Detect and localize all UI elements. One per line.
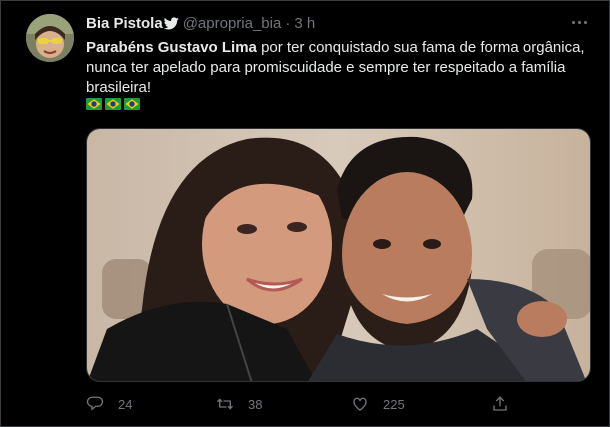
flag-emoji-row bbox=[86, 98, 140, 110]
reply-count: 24 bbox=[118, 396, 133, 412]
brazil-flag-emoji bbox=[105, 98, 121, 110]
action-bar: 24 38 225 bbox=[86, 394, 591, 414]
share-button[interactable] bbox=[491, 394, 523, 414]
more-options-icon[interactable] bbox=[569, 15, 589, 29]
author-name[interactable]: Bia Pistola bbox=[86, 15, 163, 32]
tweet-text-bold: Parabéns Gustavo Lima bbox=[86, 39, 257, 56]
header-separator: · bbox=[285, 15, 291, 32]
reply-icon bbox=[86, 396, 104, 411]
author-handle[interactable]: @apropria_bia bbox=[183, 15, 282, 32]
retweet-button[interactable]: 38 bbox=[216, 394, 262, 414]
brazil-flag-emoji bbox=[124, 98, 140, 110]
avatar[interactable] bbox=[26, 14, 74, 62]
retweet-count: 38 bbox=[248, 396, 263, 412]
reply-button[interactable]: 24 bbox=[86, 394, 132, 414]
tweet-card[interactable]: Bia Pistola @apropria_bia · 3 h Parabéns Gu… bbox=[0, 0, 610, 427]
heart-icon bbox=[353, 397, 367, 411]
like-count: 225 bbox=[383, 396, 405, 412]
retweet-icon bbox=[217, 398, 233, 410]
tweet-text: Parabéns Gustavo Lima por ter conquistad… bbox=[86, 38, 591, 98]
brazil-flag-emoji bbox=[86, 98, 102, 110]
share-icon bbox=[493, 396, 507, 411]
couple-photo bbox=[87, 129, 590, 381]
avatar-image bbox=[26, 14, 74, 62]
like-button[interactable]: 225 bbox=[351, 394, 405, 414]
tweet-photo[interactable] bbox=[86, 128, 591, 382]
timestamp[interactable]: 3 h bbox=[294, 15, 315, 32]
twitter-bird-icon bbox=[163, 17, 179, 30]
tweet-header: Bia Pistola @apropria_bia · 3 h bbox=[86, 15, 569, 33]
